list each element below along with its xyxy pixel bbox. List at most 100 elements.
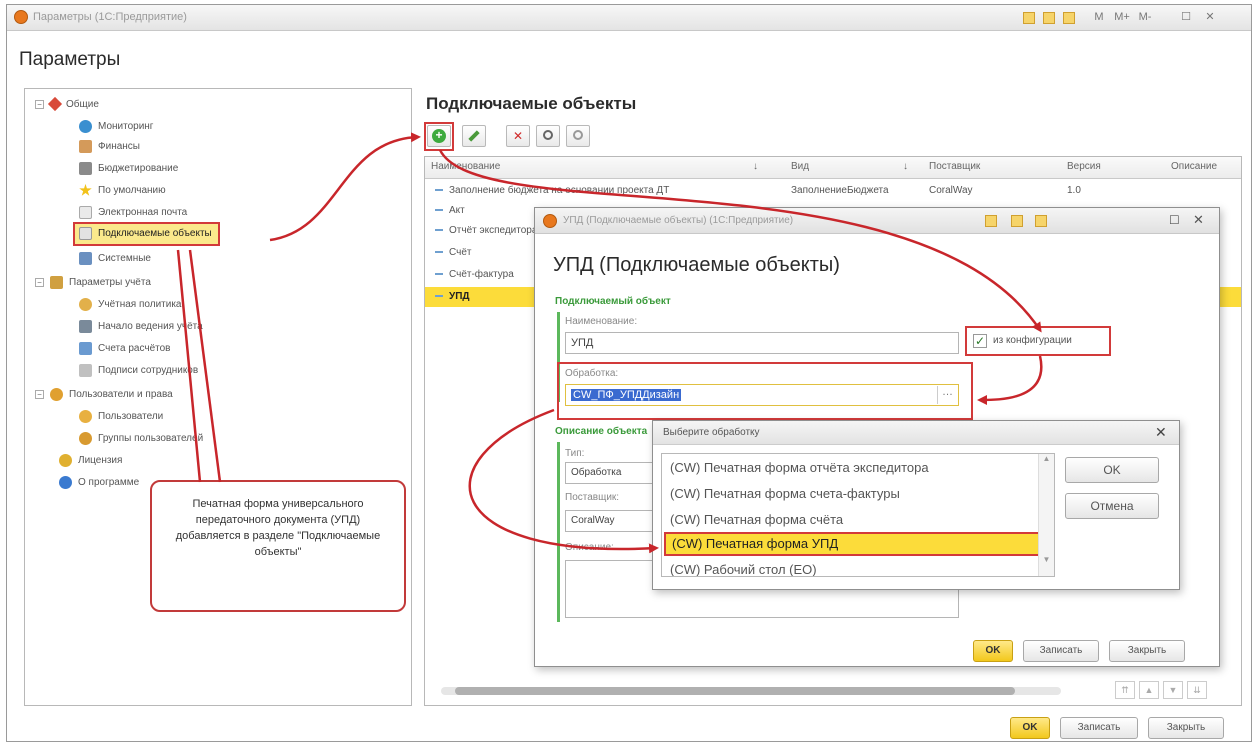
tree-item-accounts[interactable]: Счета расчётов <box>79 339 170 359</box>
collapse-icon[interactable]: − <box>35 277 44 287</box>
main-close-button[interactable]: Закрыть <box>1148 717 1224 739</box>
close-icon[interactable]: ✕ <box>1203 10 1217 25</box>
tree-group-general[interactable]: − Общие <box>35 95 99 115</box>
dialog-close-button[interactable]: Закрыть <box>1109 640 1185 662</box>
section-title: Подключаемые объекты <box>426 94 637 113</box>
scroll-thumb[interactable] <box>455 687 1015 695</box>
processing-label: Обработка: <box>565 368 619 379</box>
memory-plus-button[interactable]: M+ <box>1111 10 1133 25</box>
main-ok-button[interactable]: OK <box>1010 717 1050 739</box>
select-cancel-button[interactable]: Отмена <box>1065 493 1159 519</box>
calc-icon[interactable] <box>1011 215 1023 227</box>
star-icon <box>79 183 92 196</box>
page-title: Параметры <box>19 49 121 70</box>
type-input[interactable]: Обработка <box>565 462 659 484</box>
settings-tree: − Общие Мониторинг Финансы Бюджетирование… <box>24 88 412 706</box>
delete-button[interactable]: ✕ <box>506 125 530 147</box>
tree-item-monitoring[interactable]: Мониторинг <box>79 117 153 137</box>
col-name[interactable]: Наименование <box>431 161 500 172</box>
tree-item-user-groups[interactable]: Группы пользователей <box>79 429 203 449</box>
envelope-icon <box>79 205 92 219</box>
dialog-save-button[interactable]: Записать <box>1023 640 1099 662</box>
tree-item-start[interactable]: Начало ведения учёта <box>79 317 203 337</box>
select-ok-button[interactable]: OK <box>1065 457 1159 483</box>
close-icon[interactable]: ✕ <box>1193 212 1204 228</box>
select-processing-dialog: Выберите обработку ✕ (CW) Печатная форма… <box>652 420 1180 590</box>
horizontal-scrollbar[interactable] <box>441 687 1061 695</box>
tree-item-plugins[interactable]: Подключаемые объекты <box>73 222 220 246</box>
pen-icon <box>79 363 92 377</box>
col-kind[interactable]: Вид <box>791 161 809 172</box>
memory-minus-button[interactable]: M- <box>1135 10 1155 25</box>
main-save-button[interactable]: Записать <box>1060 717 1138 739</box>
favorites-icon[interactable] <box>1023 12 1035 24</box>
sort-icon: ↓ <box>753 161 758 172</box>
add-button[interactable]: + <box>427 125 451 147</box>
tree-item-users[interactable]: Пользователи <box>79 407 163 427</box>
link-icon[interactable] <box>985 215 997 227</box>
scroll-up-button[interactable]: ▲ <box>1139 681 1159 699</box>
row-icon <box>435 295 443 298</box>
tree-item-about[interactable]: О программе <box>59 473 139 493</box>
calendar-icon <box>79 319 92 333</box>
user-group-icon <box>79 431 92 445</box>
processing-input[interactable]: CW_ПФ_УПДДизайн <box>565 384 959 406</box>
delete-icon: ✕ <box>512 129 524 143</box>
dialog-heading: УПД (Подключаемые объекты) <box>553 254 840 276</box>
memory-m-button[interactable]: M <box>1091 10 1107 25</box>
col-version[interactable]: Версия <box>1067 161 1101 172</box>
row-icon <box>435 273 443 276</box>
dialog-ok-button[interactable]: OK <box>973 640 1013 662</box>
tree-item-budgeting[interactable]: Бюджетирование <box>79 159 178 179</box>
scroll-down-icon[interactable]: ▼ <box>1039 555 1054 564</box>
scroll-last-button[interactable]: ⇊ <box>1187 681 1207 699</box>
col-description[interactable]: Описание <box>1171 161 1217 172</box>
calculator-icon <box>79 161 92 175</box>
name-input[interactable]: УПД <box>565 332 959 354</box>
scroll-up-icon[interactable]: ▲ <box>1039 454 1054 463</box>
tools-icon <box>47 97 63 112</box>
tree-item-defaults[interactable]: По умолчанию <box>79 181 166 201</box>
calendar-icon[interactable] <box>1035 215 1047 227</box>
collapse-icon[interactable]: − <box>35 99 44 109</box>
vendor-input[interactable]: CoralWay <box>565 510 659 532</box>
calc-icon[interactable] <box>1063 12 1075 24</box>
plugin-icon <box>79 226 92 240</box>
table-row[interactable]: Заполнение бюджета на основании проекта … <box>425 181 1241 201</box>
list-scrollbar[interactable]: ▲ ▼ <box>1038 454 1054 576</box>
list-item[interactable]: (CW) Печатная форма отчёта экспедитора <box>664 456 1032 480</box>
list-item[interactable]: (CW) Печатная форма счёта <box>664 508 1032 532</box>
tree-item-policy[interactable]: Учётная политика <box>79 295 181 315</box>
list-item[interactable]: (CW) Печатная форма счета-фактуры <box>664 482 1032 506</box>
maximize-icon[interactable]: ☐ <box>1169 213 1180 227</box>
tree-item-finance[interactable]: Финансы <box>79 137 140 157</box>
maximize-icon[interactable]: ☐ <box>1179 10 1193 25</box>
from-config-checkbox[interactable]: ✓ <box>973 334 987 348</box>
row-icon <box>435 189 443 192</box>
tree-group-accounting[interactable]: − Параметры учёта <box>35 273 151 293</box>
tree-group-users[interactable]: − Пользователи и права <box>35 385 173 405</box>
accounts-icon <box>79 341 92 355</box>
select-processing-button[interactable]: … <box>937 386 957 404</box>
find-button[interactable] <box>536 125 560 147</box>
history-icon[interactable] <box>1043 12 1055 24</box>
group-description: Описание объекта <box>555 426 648 437</box>
tree-item-signatures[interactable]: Подписи сотрудников <box>79 361 198 381</box>
col-vendor[interactable]: Поставщик <box>929 161 980 172</box>
search-cancel-icon <box>573 130 583 140</box>
scroll-down-button[interactable]: ▼ <box>1163 681 1183 699</box>
list-item[interactable]: (CW) Рабочий стол (ЕО) <box>664 558 1032 576</box>
tree-item-license[interactable]: Лицензия <box>59 451 122 471</box>
list-item-selected[interactable]: (CW) Печатная форма УПД <box>664 532 1042 556</box>
collapse-icon[interactable]: − <box>35 389 44 399</box>
user-icon <box>79 409 92 423</box>
close-icon[interactable]: ✕ <box>1155 424 1167 441</box>
cancel-search-button[interactable] <box>566 125 590 147</box>
scroll-first-button[interactable]: ⇈ <box>1115 681 1135 699</box>
edit-button[interactable] <box>462 125 486 147</box>
app-logo-icon <box>14 10 28 24</box>
group-bar <box>557 442 560 622</box>
type-label: Тип: <box>565 448 585 459</box>
tree-item-system[interactable]: Системные <box>79 249 151 269</box>
tree-item-email[interactable]: Электронная почта <box>79 203 187 223</box>
